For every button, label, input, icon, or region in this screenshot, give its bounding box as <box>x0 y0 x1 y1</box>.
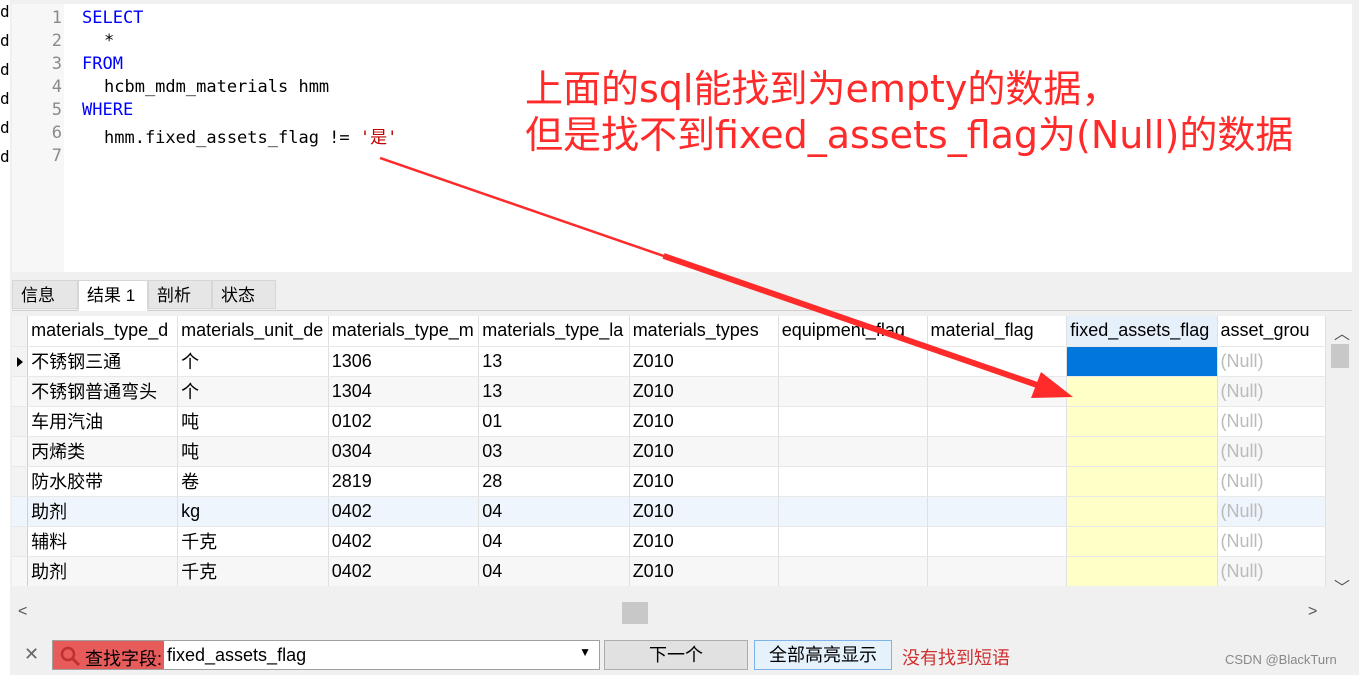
arrow-head-icon <box>1031 372 1073 398</box>
annotation-arrow <box>379 155 1073 398</box>
annotation-arrow-thick <box>379 155 1041 389</box>
